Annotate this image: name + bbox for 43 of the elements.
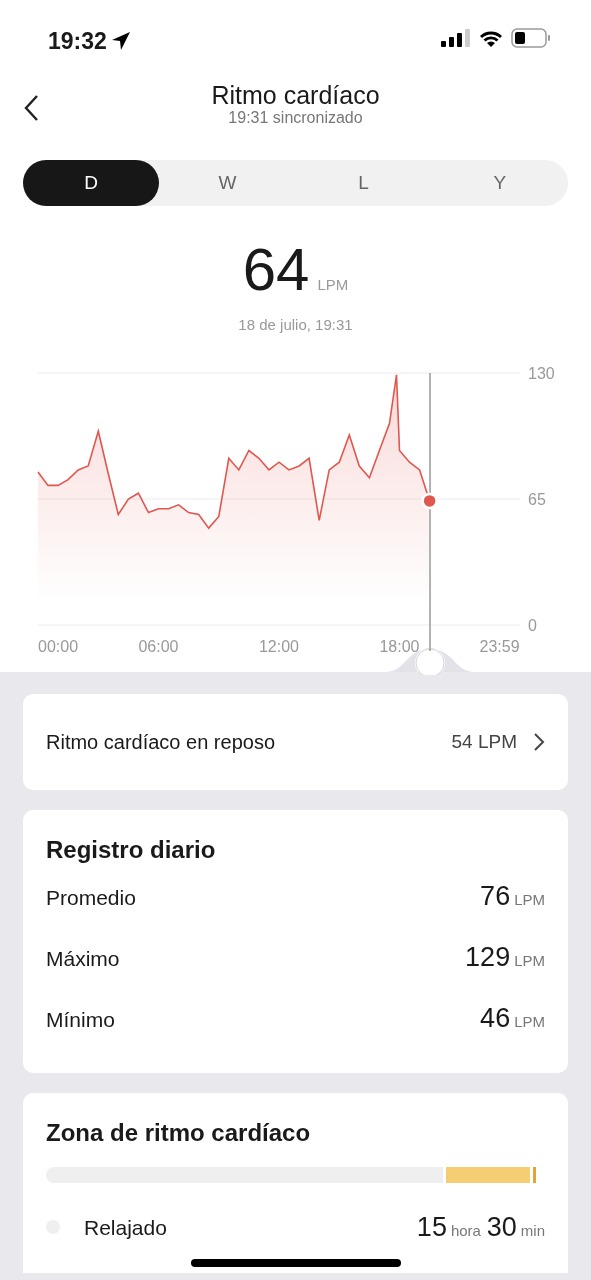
location-arrow-icon: [110, 31, 131, 52]
heart-rate-value: 64: [242, 236, 310, 303]
signal-icon: [441, 29, 471, 47]
axis-label: 18:00: [379, 638, 420, 655]
hours-value: 15: [416, 1212, 447, 1242]
reading-date: 18 de julio, 19:31: [237, 315, 354, 335]
period-tab[interactable]: D: [23, 160, 160, 206]
page-title: Ritmo cardíaco: [210, 80, 381, 110]
card-title: Zona de ritmo cardíaco: [46, 1118, 312, 1148]
card-title: Registro diario: [46, 835, 217, 865]
unit-label: LPM: [514, 952, 545, 969]
stat-value: 76: [480, 881, 511, 911]
axis-label: 12:00: [259, 638, 299, 655]
unit-label: min: [520, 1222, 545, 1239]
status-time: 19:32: [48, 27, 107, 56]
current-value-marker: [421, 492, 438, 510]
unit-label: LPM: [514, 891, 545, 908]
battery-icon: [511, 28, 551, 48]
unit-label: LPM: [514, 1013, 545, 1030]
stat-value: 46: [480, 1003, 511, 1033]
stat-label: Mínimo: [46, 1007, 115, 1033]
stat-label: Promedio: [46, 885, 136, 911]
sync-status: 19:31 sincronizado: [227, 110, 364, 126]
row-value: 54 LPM: [451, 729, 517, 754]
wifi-icon: [479, 29, 503, 47]
axis-label: 65: [528, 491, 546, 508]
unit-label: LPM: [317, 276, 349, 293]
period-tab[interactable]: Y: [431, 160, 568, 206]
resting-rate-row[interactable]: Ritmo cardíaco en reposo 54 LPM: [23, 694, 568, 790]
axis-label: 00:00: [38, 638, 79, 655]
axis-label: 23:59: [479, 638, 520, 655]
unit-label: hora: [450, 1222, 481, 1239]
period-tab[interactable]: L: [295, 160, 432, 206]
stat-value: 129: [465, 942, 511, 972]
chevron-right-icon: [533, 732, 545, 752]
axis-label: 0: [528, 617, 537, 634]
stat-label: Máximo: [46, 946, 120, 972]
period-tab[interactable]: W: [159, 160, 296, 206]
zone-label: Relajado: [84, 1214, 168, 1241]
minutes-value: 30: [486, 1212, 517, 1242]
row-label: Ritmo cardíaco en reposo: [46, 730, 276, 755]
axis-label: 06:00: [138, 638, 179, 655]
axis-label: 130: [528, 365, 555, 382]
